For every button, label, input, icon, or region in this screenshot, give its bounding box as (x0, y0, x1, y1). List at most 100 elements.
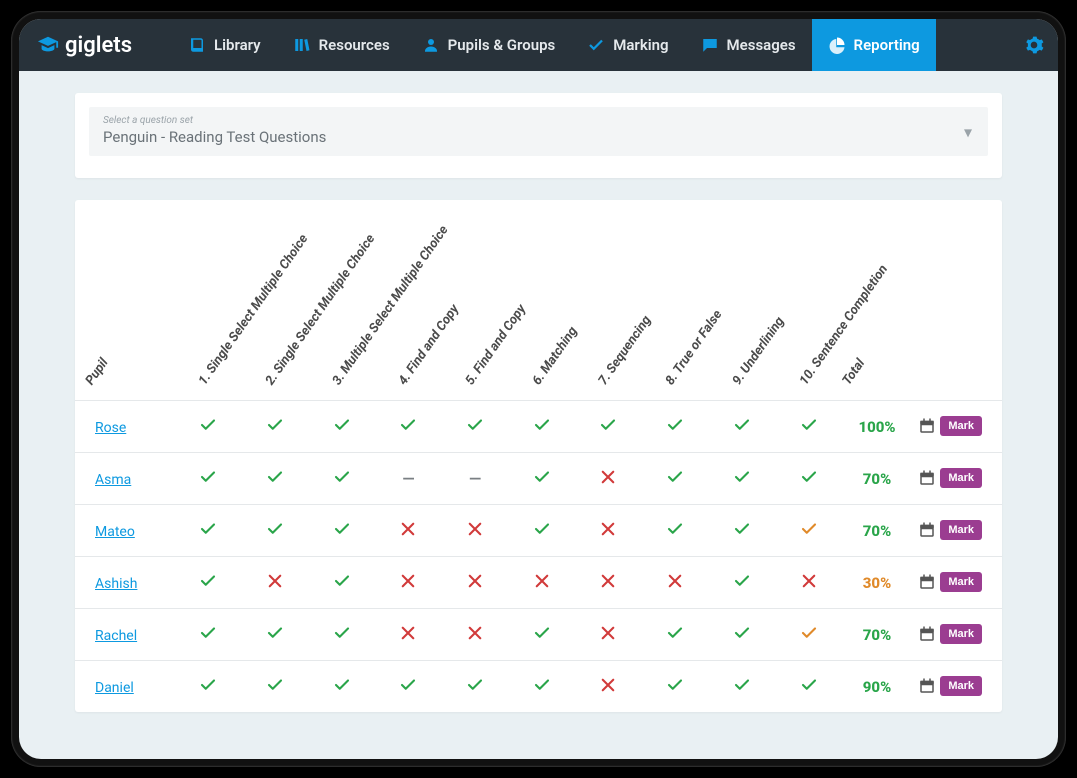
cross-icon (665, 571, 685, 591)
table-row: Daniel 90% Mark (75, 660, 1002, 712)
cross-icon (465, 623, 485, 643)
nav-marking[interactable]: Marking (571, 19, 684, 71)
chat-icon (701, 36, 719, 54)
check-icon (198, 415, 218, 435)
settings-button[interactable] (1010, 19, 1058, 71)
total-score: 100% (858, 418, 895, 436)
calendar-icon[interactable] (918, 469, 936, 487)
check-icon (332, 519, 352, 539)
check-icon (332, 675, 352, 695)
check-icon (665, 675, 685, 695)
cross-icon (532, 571, 552, 591)
pupil-link[interactable]: Ashish (95, 576, 137, 592)
total-score: 90% (863, 678, 891, 696)
results-table: Pupil 1. Single Select Multiple Choice 2… (75, 200, 1002, 712)
nav-library[interactable]: Library (172, 19, 277, 71)
check-icon (265, 415, 285, 435)
check-icon (532, 519, 552, 539)
calendar-icon[interactable] (918, 625, 936, 643)
cross-icon (598, 623, 618, 643)
check-icon (732, 415, 752, 435)
check-icon (398, 415, 418, 435)
calendar-icon[interactable] (918, 573, 936, 591)
check-icon (799, 675, 819, 695)
selector-value: Penguin - Reading Test Questions (103, 128, 974, 146)
cross-icon (398, 623, 418, 643)
check-icon (598, 415, 618, 435)
cross-icon (799, 571, 819, 591)
cross-icon (598, 675, 618, 695)
check-icon (265, 519, 285, 539)
nav-messages-label: Messages (727, 36, 796, 54)
check-icon (465, 415, 485, 435)
check-icon (732, 623, 752, 643)
total-score: 70% (863, 522, 891, 540)
check-icon (665, 467, 685, 487)
check-icon (332, 415, 352, 435)
nav-pupils-label: Pupils & Groups (448, 36, 556, 54)
total-score: 30% (863, 574, 891, 592)
cross-icon (465, 571, 485, 591)
check-icon (799, 519, 819, 539)
cross-icon (265, 571, 285, 591)
col-pupil: Pupil (83, 355, 112, 387)
mark-button[interactable]: Mark (940, 520, 982, 540)
pupil-link[interactable]: Rose (95, 420, 126, 436)
check-icon (532, 623, 552, 643)
check-icon (332, 623, 352, 643)
mark-button[interactable]: Mark (940, 572, 982, 592)
nav-resources[interactable]: Resources (277, 19, 406, 71)
gear-icon (1024, 35, 1044, 55)
calendar-icon[interactable] (918, 677, 936, 695)
nav-library-label: Library (214, 36, 261, 54)
check-icon (265, 623, 285, 643)
person-icon (422, 36, 440, 54)
nav-reporting[interactable]: Reporting (812, 19, 936, 71)
chevron-down-icon: ▾ (964, 122, 972, 141)
mark-button[interactable]: Mark (940, 624, 982, 644)
nav-pupils-groups[interactable]: Pupils & Groups (406, 19, 572, 71)
check-icon (799, 467, 819, 487)
check-icon (732, 519, 752, 539)
nav-resources-label: Resources (319, 36, 390, 54)
check-icon (198, 467, 218, 487)
cross-icon (398, 571, 418, 591)
selector-label: Select a question set (103, 115, 974, 126)
dash-icon: — (465, 468, 485, 488)
cross-icon (598, 467, 618, 487)
cross-icon (398, 519, 418, 539)
check-icon (532, 415, 552, 435)
check-icon (332, 571, 352, 591)
check-icon (799, 623, 819, 643)
table-row: Ashish 30% Mark (75, 556, 1002, 608)
check-icon (198, 571, 218, 591)
brand-name: giglets (65, 33, 132, 58)
check-icon (732, 467, 752, 487)
calendar-icon[interactable] (918, 417, 936, 435)
check-icon (532, 467, 552, 487)
check-icon (198, 623, 218, 643)
check-icon (265, 467, 285, 487)
mark-button[interactable]: Mark (940, 416, 982, 436)
calendar-icon[interactable] (918, 521, 936, 539)
book-icon (188, 36, 206, 54)
pupil-link[interactable]: Daniel (95, 680, 134, 696)
pupil-link[interactable]: Rachel (95, 628, 137, 644)
pupil-link[interactable]: Mateo (95, 524, 135, 540)
cross-icon (598, 571, 618, 591)
pie-chart-icon (828, 36, 846, 54)
check-icon (587, 36, 605, 54)
mark-button[interactable]: Mark (940, 468, 982, 488)
check-icon (732, 675, 752, 695)
check-icon (198, 675, 218, 695)
check-icon (532, 675, 552, 695)
check-icon (198, 519, 218, 539)
mark-button[interactable]: Mark (940, 676, 982, 696)
question-set-selector[interactable]: Select a question set Penguin - Reading … (89, 107, 988, 156)
col-q6: 6. Matching (529, 324, 580, 388)
mortarboard-icon (37, 34, 59, 56)
brand-logo: giglets (37, 33, 132, 58)
pupil-link[interactable]: Asma (95, 472, 131, 488)
nav-messages[interactable]: Messages (685, 19, 812, 71)
total-score: 70% (863, 626, 891, 644)
